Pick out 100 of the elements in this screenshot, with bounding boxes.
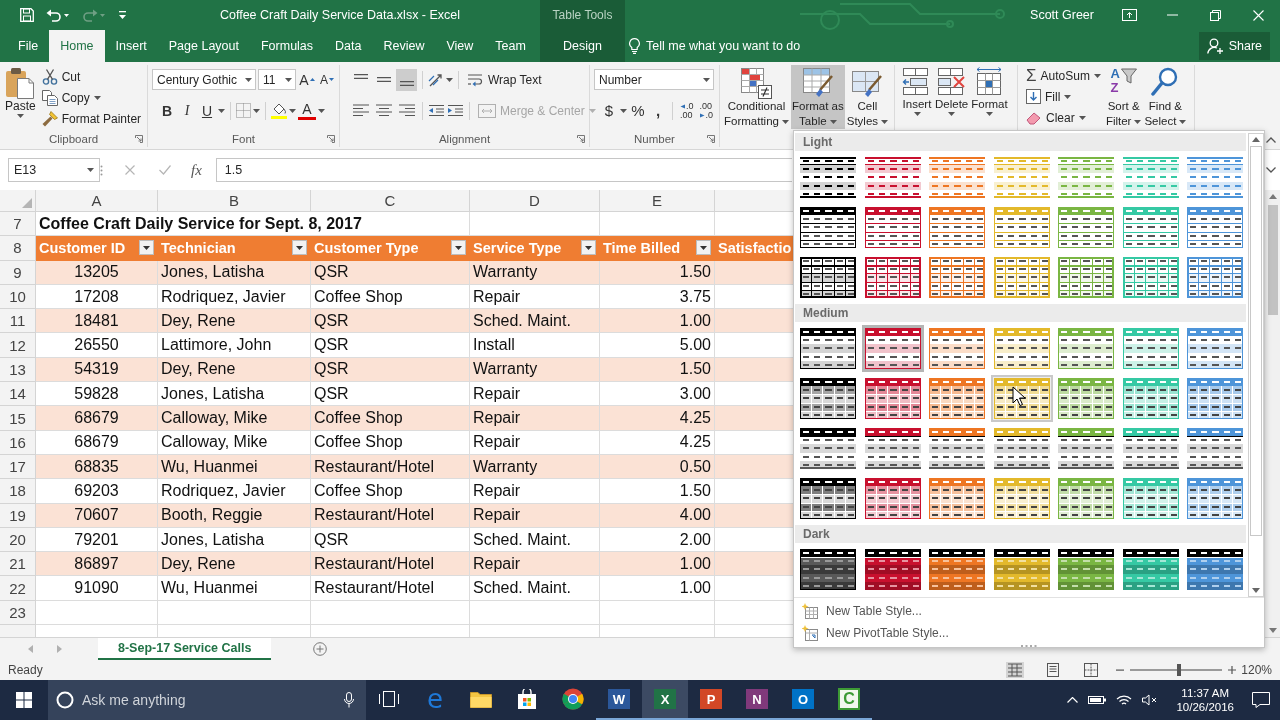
insert-function-button[interactable]: fx bbox=[191, 161, 202, 179]
increase-decimal-button[interactable]: .0 .00 bbox=[678, 101, 696, 120]
zoom-level-text[interactable]: 120% bbox=[1236, 663, 1280, 677]
gallery-scrollbar[interactable] bbox=[1248, 133, 1264, 597]
undo-icon[interactable] bbox=[46, 8, 70, 22]
autosum-button[interactable]: Σ AutoSum bbox=[1023, 65, 1104, 86]
column-letter[interactable]: A bbox=[36, 190, 158, 212]
taskbar-button[interactable]: N bbox=[734, 680, 780, 720]
row-number[interactable]: 12 bbox=[0, 333, 36, 358]
battery-icon[interactable] bbox=[1088, 695, 1107, 705]
name-box[interactable]: E13 bbox=[8, 158, 100, 182]
italic-button[interactable]: I bbox=[178, 99, 196, 122]
scrollbar-thumb[interactable] bbox=[1250, 146, 1262, 536]
row-number[interactable]: 17 bbox=[0, 454, 36, 480]
outdent-icon[interactable] bbox=[428, 104, 445, 117]
scroll-down-icon[interactable] bbox=[1252, 588, 1260, 593]
wrap-text-button[interactable]: Wrap Text bbox=[464, 69, 545, 90]
tell-me-field[interactable]: Tell me what you want to do bbox=[646, 39, 832, 53]
search-field[interactable]: Ask me anything bbox=[82, 692, 336, 708]
scroll-down-icon[interactable] bbox=[1268, 628, 1277, 633]
checkmark-icon[interactable] bbox=[159, 165, 171, 175]
restore-icon[interactable] bbox=[1210, 9, 1221, 21]
formula-input[interactable]: 1.5 bbox=[215, 158, 792, 182]
wifi-icon[interactable] bbox=[1116, 694, 1133, 706]
clock-time[interactable]: 11:37 AM bbox=[1181, 686, 1230, 700]
row-number[interactable]: 18 bbox=[0, 479, 36, 504]
ribbon-tab[interactable]: Formulas bbox=[249, 30, 325, 62]
zoom-in-icon[interactable] bbox=[1228, 666, 1236, 674]
indent-icon[interactable] bbox=[447, 104, 464, 117]
ribbon-tab[interactable]: Insert bbox=[104, 30, 158, 62]
page-break-icon[interactable] bbox=[1082, 662, 1100, 678]
vertical-align-button[interactable] bbox=[396, 68, 417, 91]
add-sheet-icon[interactable] bbox=[313, 642, 328, 656]
clock-date[interactable]: 10/26/2016 bbox=[1176, 700, 1234, 714]
row-number[interactable]: 10 bbox=[0, 284, 36, 310]
percent-button[interactable]: % bbox=[629, 99, 647, 122]
ribbon-tab[interactable]: Home bbox=[49, 30, 105, 62]
line-caret-icon[interactable] bbox=[118, 10, 127, 20]
column-letter[interactable]: B bbox=[158, 190, 311, 212]
cut-button[interactable]: Cut bbox=[38, 66, 145, 87]
font-size-combo[interactable]: 11 bbox=[258, 69, 296, 90]
filter-dropdown-icon[interactable] bbox=[139, 240, 154, 256]
search-box[interactable]: Ask me anything bbox=[48, 680, 366, 720]
zoom-slider-thumb[interactable] bbox=[1176, 664, 1181, 676]
sort-filter-button[interactable]: A Z Sort & Filter bbox=[1104, 65, 1143, 129]
format-as-table-button[interactable]: Format as Table bbox=[790, 65, 845, 129]
chevron-down-icon[interactable] bbox=[1266, 167, 1276, 173]
lightbulb-icon[interactable] bbox=[629, 38, 640, 54]
column-letter[interactable]: E bbox=[600, 190, 715, 212]
scrollbar-thumb[interactable] bbox=[1267, 205, 1278, 315]
copy-button[interactable]: Copy bbox=[38, 87, 145, 108]
scroll-up-icon[interactable] bbox=[1268, 194, 1277, 199]
ribbon-tab[interactable]: View bbox=[435, 30, 485, 62]
menu-item[interactable]: New Table Style... bbox=[794, 600, 1264, 622]
normal-view-icon[interactable] bbox=[1006, 662, 1024, 678]
ribbon-tab[interactable]: File bbox=[7, 30, 50, 62]
speaker-muted-icon[interactable] bbox=[1142, 694, 1159, 706]
menu-item[interactable]: New PivotTable Style... bbox=[794, 622, 1264, 644]
row-number[interactable]: 7 bbox=[0, 212, 36, 237]
column-letter[interactable]: C bbox=[311, 190, 470, 212]
ribbon-tab[interactable]: Page Layout bbox=[157, 30, 250, 62]
row-number[interactable]: 13 bbox=[0, 357, 36, 383]
microphone-icon[interactable] bbox=[344, 692, 354, 708]
font-name-combo[interactable]: Century Gothic bbox=[152, 69, 256, 90]
row-number[interactable]: 11 bbox=[0, 309, 36, 334]
scroll-up-icon[interactable] bbox=[1252, 137, 1260, 142]
filter-dropdown-icon[interactable] bbox=[451, 240, 466, 256]
sheet-tab[interactable]: 8-Sep-17 Service Calls bbox=[98, 638, 272, 660]
corner-arrow-icon[interactable] bbox=[577, 135, 585, 143]
row-number[interactable]: 22 bbox=[0, 576, 36, 601]
bold-button[interactable]: B bbox=[158, 99, 176, 122]
windows-logo-icon[interactable] bbox=[16, 692, 32, 708]
ribbon-display-icon[interactable] bbox=[1122, 9, 1137, 21]
row-header-cell[interactable] bbox=[0, 625, 36, 637]
filter-dropdown-icon[interactable] bbox=[696, 240, 711, 256]
diagonal-arrow-icon[interactable] bbox=[428, 71, 444, 88]
row-number[interactable]: 14 bbox=[0, 382, 36, 407]
filter-dropdown-icon[interactable] bbox=[581, 240, 596, 256]
ribbon-tab[interactable]: Review bbox=[372, 30, 436, 62]
taskbar-button[interactable]: O bbox=[780, 680, 826, 720]
format-button[interactable]: Format bbox=[970, 65, 1009, 128]
notification-icon[interactable] bbox=[1252, 692, 1270, 708]
user-name[interactable]: Scott Greer bbox=[1030, 8, 1094, 22]
insert-button[interactable]: Insert bbox=[901, 65, 933, 128]
clear-button[interactable]: Clear bbox=[1023, 107, 1104, 128]
row-number[interactable]: 21 bbox=[0, 552, 36, 577]
row-number[interactable]: 19 bbox=[0, 503, 36, 528]
corner-arrow-icon[interactable] bbox=[707, 135, 715, 143]
shrink-font-button[interactable]: A bbox=[318, 68, 336, 91]
number-format-combo[interactable]: Number bbox=[594, 69, 714, 90]
cell-styles-button[interactable]: Cell Styles bbox=[845, 65, 890, 129]
format-painter-button[interactable]: Format Painter bbox=[38, 108, 145, 129]
grow-font-button[interactable]: A bbox=[298, 68, 316, 91]
delete-button[interactable]: Delete bbox=[934, 65, 970, 128]
conditional-formatting-button[interactable]: Conditional Formatting bbox=[723, 65, 790, 129]
vertical-scrollbar[interactable] bbox=[1265, 190, 1280, 637]
column-letter[interactable]: D bbox=[470, 190, 600, 212]
share-button[interactable]: Share bbox=[1198, 32, 1270, 60]
ribbon-tab[interactable]: Team bbox=[484, 30, 537, 62]
row-number[interactable]: 16 bbox=[0, 430, 36, 455]
